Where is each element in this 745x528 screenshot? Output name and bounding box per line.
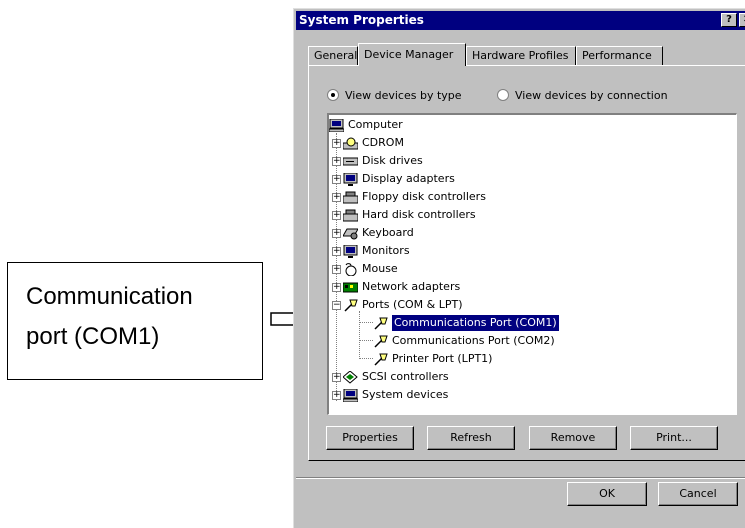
tree-label: Keyboard <box>362 226 414 239</box>
computer-icon <box>329 118 344 132</box>
tree-item-cdrom[interactable]: + CDROM <box>332 135 404 151</box>
tree-label-selected: Communications Port (COM1) <box>391 314 560 332</box>
tree-item-hard-disk[interactable]: + Hard disk controllers <box>332 207 476 223</box>
tab-general[interactable]: General <box>308 46 358 65</box>
expand-icon[interactable]: + <box>332 211 341 220</box>
tree-label: Monitors <box>362 244 410 257</box>
expand-icon[interactable]: + <box>332 247 341 256</box>
help-button[interactable]: ? <box>721 13 737 27</box>
expand-icon[interactable]: + <box>332 175 341 184</box>
display-icon <box>343 172 358 186</box>
tree-label: Floppy disk controllers <box>362 190 486 203</box>
callout-line-2: port (COM1) <box>26 323 160 350</box>
tree-item-ports[interactable]: − Ports (COM & LPT) <box>332 297 463 313</box>
cancel-button[interactable]: Cancel <box>658 482 738 506</box>
view-by-type-option[interactable]: View devices by type <box>327 87 462 103</box>
tree-label: SCSI controllers <box>362 370 449 383</box>
tree-item-lpt1[interactable]: Printer Port (LPT1) <box>373 351 492 367</box>
mouse-icon <box>345 262 357 276</box>
tree-item-keyboard[interactable]: + Keyboard <box>332 225 414 241</box>
tree-label: Ports (COM & LPT) <box>362 298 463 311</box>
view-by-type-label: View devices by type <box>345 88 462 102</box>
tree-label: Disk drives <box>362 154 423 167</box>
tree-label: Computer <box>348 118 403 131</box>
scsi-icon <box>343 370 358 384</box>
tree-item-disk-drives[interactable]: + Disk drives <box>332 153 423 169</box>
tree-label: Display adapters <box>362 172 455 185</box>
tree-item-com1[interactable]: Communications Port (COM1) <box>373 314 560 332</box>
properties-button[interactable]: Properties <box>326 426 414 450</box>
system-properties-window: System Properties ? ✕ General Device Man… <box>293 8 745 528</box>
tree-item-mouse[interactable]: + Mouse <box>332 261 398 277</box>
tree-label: CDROM <box>362 136 404 149</box>
monitor-icon <box>343 244 358 258</box>
tab-hardware-profiles[interactable]: Hardware Profiles <box>466 46 576 65</box>
hard-disk-controller-icon <box>343 209 358 221</box>
keyboard-icon <box>343 228 358 239</box>
callout-text: Communication port (COM1) <box>26 277 193 357</box>
expand-icon[interactable]: + <box>332 373 341 382</box>
tree-item-floppy[interactable]: + Floppy disk controllers <box>332 189 486 205</box>
callout-line-1: Communication <box>26 283 193 310</box>
title-bar: System Properties ? ✕ <box>296 11 745 30</box>
view-by-connection-label: View devices by connection <box>515 88 668 102</box>
collapse-icon[interactable]: − <box>332 301 341 310</box>
cdrom-icon <box>343 137 358 149</box>
system-device-icon <box>343 388 358 402</box>
tree-item-system-devices[interactable]: + System devices <box>332 387 449 403</box>
tab-device-manager[interactable]: Device Manager <box>358 43 466 66</box>
tree-label: Network adapters <box>362 280 461 293</box>
close-button[interactable]: ✕ <box>739 13 745 27</box>
radio-by-type[interactable] <box>327 89 339 101</box>
print-button[interactable]: Print... <box>630 426 718 450</box>
tree-label: Mouse <box>362 262 398 275</box>
expand-icon[interactable]: + <box>332 139 341 148</box>
radio-by-connection[interactable] <box>497 89 509 101</box>
expand-icon[interactable]: + <box>332 283 341 292</box>
tree-label: Communications Port (COM2) <box>392 334 555 347</box>
tab-performance[interactable]: Performance <box>576 46 663 65</box>
tree-item-com2[interactable]: Communications Port (COM2) <box>373 333 555 349</box>
port-icon <box>374 317 388 330</box>
floppy-controller-icon <box>343 191 358 203</box>
tree-label: Printer Port (LPT1) <box>392 352 493 365</box>
expand-icon[interactable]: + <box>332 157 341 166</box>
tree-item-monitors[interactable]: + Monitors <box>332 243 410 259</box>
tree-item-network[interactable]: + Network adapters <box>332 279 461 295</box>
separator <box>296 477 745 479</box>
expand-icon[interactable]: + <box>332 391 341 400</box>
expand-icon[interactable]: + <box>332 265 341 274</box>
port-icon <box>344 299 358 312</box>
remove-button[interactable]: Remove <box>529 426 617 450</box>
disk-drive-icon <box>343 157 358 165</box>
port-icon <box>374 335 388 348</box>
device-tree[interactable]: Computer + CDROM + Disk drives + Display… <box>327 113 737 415</box>
tree-item-computer[interactable]: Computer <box>329 117 403 133</box>
tree-label: System devices <box>362 388 449 401</box>
view-by-connection-option[interactable]: View devices by connection <box>497 87 668 103</box>
ok-button[interactable]: OK <box>567 482 647 506</box>
refresh-button[interactable]: Refresh <box>427 426 515 450</box>
tree-label: Hard disk controllers <box>362 208 476 221</box>
expand-icon[interactable]: + <box>332 193 341 202</box>
expand-icon[interactable]: + <box>332 229 341 238</box>
window-title: System Properties <box>299 13 424 27</box>
network-adapter-icon <box>343 282 358 292</box>
printer-port-icon <box>374 353 388 366</box>
tree-item-display-adapters[interactable]: + Display adapters <box>332 171 455 187</box>
callout-box: Communication port (COM1) <box>7 262 263 380</box>
tree-item-scsi[interactable]: + SCSI controllers <box>332 369 449 385</box>
